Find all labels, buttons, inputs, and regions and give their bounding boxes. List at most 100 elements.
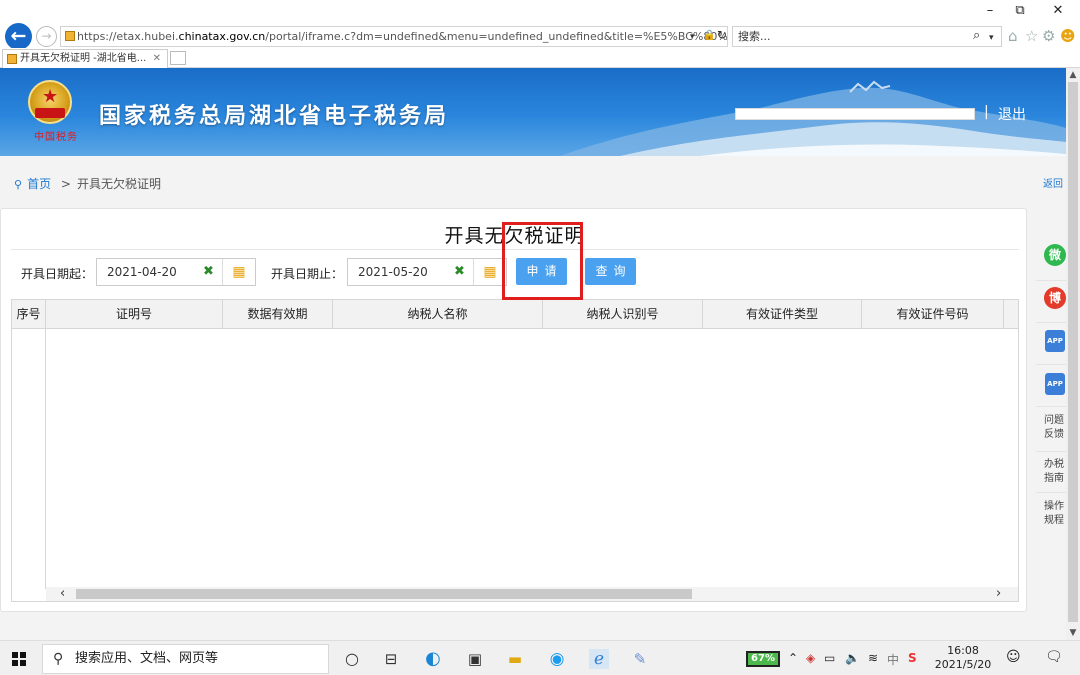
address-bar[interactable]: https://etax.hubei.chinatax.gov.cn/porta… — [60, 26, 728, 47]
minimize-button[interactable]: – — [975, 2, 1005, 20]
store-icon[interactable]: ▣ — [465, 649, 485, 669]
sidebar-rules-link[interactable]: 操作规程 — [1044, 500, 1066, 528]
sidebar-divider — [1036, 451, 1066, 452]
back-arrow-icon[interactable]: ← — [5, 23, 32, 50]
search-dropdown-icon[interactable]: ▾ — [989, 30, 994, 46]
sidebar-divider — [1036, 406, 1066, 407]
weibo-icon[interactable]: 博 — [1044, 287, 1066, 309]
emblem-base-shape — [35, 108, 65, 118]
scroll-up-icon[interactable]: ▲ — [1066, 68, 1080, 82]
header-separator: | — [984, 104, 989, 120]
tray-expand-icon[interactable]: ⌃ — [788, 651, 798, 665]
vertical-scroll-thumb[interactable] — [1068, 82, 1078, 622]
start-date-value: 2021-04-20 — [107, 265, 177, 279]
star-icon: ★ — [42, 86, 59, 107]
action-center-icon[interactable]: ☺ — [1006, 649, 1021, 665]
taskbar-search-placeholder: 搜索应用、文档、网页等 — [75, 651, 219, 666]
clear-end-date-icon[interactable]: ✖ — [454, 259, 465, 285]
refresh-icon[interactable]: ↻ — [717, 27, 727, 43]
windows-taskbar: ⚲ 搜索应用、文档、网页等 ○ ⊟ ◐ ▣ ▬ ◉ ℯ ✎ 67% ⌃ ◈ ▭ … — [0, 640, 1080, 675]
notifications-icon[interactable]: 🗨 — [1045, 649, 1063, 665]
table-horizontal-scrollbar[interactable]: ‹ › — [46, 587, 1018, 601]
start-date-input[interactable]: 2021-04-20 ✖ ▦ — [96, 258, 256, 286]
taskbar-search-input[interactable]: ⚲ 搜索应用、文档、网页等 — [42, 644, 329, 674]
url-prefix: https://etax.hubei. — [77, 30, 179, 43]
tab-close-icon[interactable]: ✕ — [153, 50, 161, 67]
site-title: 国家税务总局湖北省电子税务局 — [99, 104, 450, 129]
end-date-label: 开具日期止： — [271, 267, 344, 281]
scroll-thumb[interactable] — [76, 589, 692, 599]
breadcrumb-arrow: > — [60, 177, 71, 191]
end-date-input[interactable]: 2021-05-20 ✖ ▦ — [347, 258, 507, 286]
search-icon: ⚲ — [53, 651, 64, 667]
start-date-label: 开具日期起： — [21, 267, 94, 281]
browser-360-icon[interactable]: ◉ — [547, 649, 567, 669]
security-tray-icon[interactable]: ◈ — [806, 651, 815, 665]
clock-date: 2021/5/20 — [934, 658, 992, 671]
dropdown-arrow-icon[interactable]: ▾ — [690, 29, 695, 45]
smiley-feedback-icon[interactable]: ☻ — [1060, 28, 1076, 44]
scroll-left-icon[interactable]: ‹ — [60, 587, 65, 601]
browser-tab-active[interactable]: 开具无欠税证明 -湖北省电... ✕ — [2, 49, 168, 68]
file-explorer-icon[interactable]: ▬ — [505, 649, 525, 669]
breadcrumb-home-link[interactable]: 首页 — [27, 177, 51, 191]
column-header-index: 序号 — [12, 300, 46, 329]
column-header-id-type: 有效证件类型 — [703, 300, 862, 329]
navigation-bar: ← → https://etax.hubei.chinatax.gov.cn/p… — [0, 22, 1080, 50]
sidebar-divider — [1036, 322, 1066, 323]
tab-title: 开具无欠税证明 -湖北省电... — [20, 53, 147, 64]
location-pin-icon: ⚲ — [14, 178, 23, 191]
edge-browser-icon[interactable]: ◐ — [423, 649, 443, 669]
forward-arrow-icon[interactable]: → — [36, 26, 57, 47]
mobile-app-icon[interactable]: APP — [1045, 373, 1065, 395]
battery-indicator[interactable]: 67% — [746, 651, 780, 667]
clock-time: 16:08 — [947, 644, 979, 657]
logout-link[interactable]: 退出 — [998, 104, 1026, 124]
query-button[interactable]: 查询 — [585, 258, 636, 285]
clear-start-date-icon[interactable]: ✖ — [203, 259, 214, 285]
column-header-id-number: 有效证件号码 — [862, 300, 1004, 329]
settings-gear-icon[interactable]: ⚙ — [1042, 28, 1055, 44]
home-icon[interactable]: ⌂ — [1008, 28, 1018, 44]
lock-icon[interactable]: 🔒 — [703, 28, 715, 44]
internet-explorer-icon[interactable]: ℯ — [589, 649, 609, 669]
table-header: 序号 证明号 数据有效期 纳税人名称 纳税人识别号 有效证件类型 有效证件号码 — [12, 300, 1018, 329]
windows-start-icon[interactable] — [12, 652, 26, 666]
sidebar-divider — [1036, 492, 1066, 493]
index-column — [12, 329, 46, 589]
start-calendar-icon[interactable]: ▦ — [222, 259, 255, 285]
restore-button[interactable]: ⧉ — [1005, 2, 1035, 20]
tab-strip: 开具无欠税证明 -湖北省电... ✕ — [0, 48, 1080, 68]
ime-indicator[interactable]: 中 — [887, 651, 899, 668]
column-header-valid-period: 数据有效期 — [223, 300, 333, 329]
sidebar-divider — [1036, 364, 1066, 365]
sidebar-divider — [1036, 280, 1066, 281]
display-tray-icon[interactable]: ▭ — [824, 651, 835, 665]
new-tab-icon[interactable] — [170, 51, 186, 65]
url-domain: chinatax.gov.cn — [178, 30, 266, 43]
sidebar-feedback-link[interactable]: 问题反馈 — [1044, 414, 1066, 442]
slogan-text: 中国税务 — [34, 132, 78, 143]
wifi-icon[interactable]: ≋ — [868, 651, 878, 665]
favorites-star-icon[interactable]: ☆ — [1025, 28, 1038, 44]
search-icon[interactable]: ⌕ — [973, 28, 980, 44]
browser-search-input[interactable]: 搜索... — [732, 26, 1002, 47]
back-link[interactable]: 返回 — [1043, 175, 1063, 190]
volume-icon[interactable]: 🔈 — [845, 651, 860, 665]
system-clock[interactable]: 16:08 2021/5/20 — [930, 644, 996, 672]
sidebar-guide-link[interactable]: 办税指南 — [1044, 458, 1066, 486]
cortana-icon[interactable]: ○ — [342, 649, 362, 669]
scroll-down-icon[interactable]: ▼ — [1066, 626, 1080, 640]
wechat-icon[interactable]: 微 — [1044, 244, 1066, 266]
close-window-button[interactable]: ✕ — [1043, 2, 1073, 20]
app-download-icon[interactable]: APP — [1045, 330, 1065, 352]
sogou-input-icon[interactable]: S — [908, 651, 917, 665]
end-date-value: 2021-05-20 — [358, 265, 428, 279]
page-vertical-scrollbar[interactable]: ▲ ▼ — [1066, 68, 1080, 640]
task-view-icon[interactable]: ⊟ — [381, 649, 401, 669]
national-emblem-logo: ★ — [28, 80, 72, 124]
scroll-right-icon[interactable]: › — [996, 587, 1001, 601]
paint-icon[interactable]: ✎ — [630, 649, 650, 669]
window-title-bar: – ⧉ ✕ — [0, 0, 1080, 22]
breadcrumb: ⚲ 首页 > 开具无欠税证明 — [14, 175, 161, 192]
